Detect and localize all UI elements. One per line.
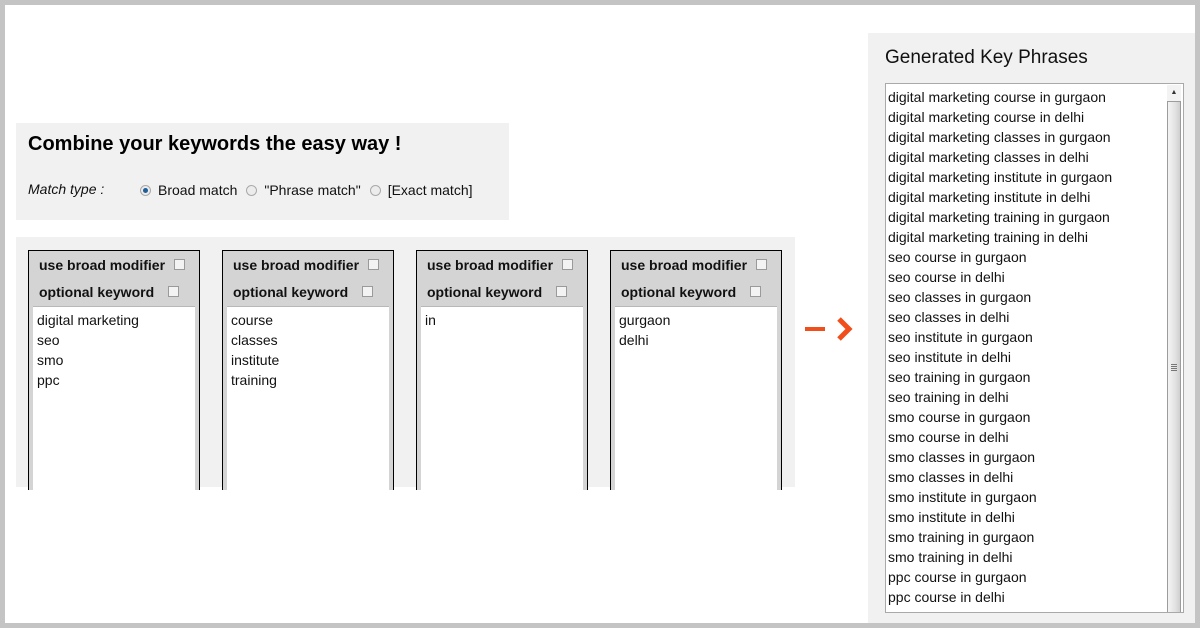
phrase-line: smo classes in delhi xyxy=(888,469,1014,485)
phrase-line: smo course in gurgaon xyxy=(888,409,1031,425)
optional-keyword-row: optional keyword xyxy=(417,278,587,305)
phrase-line: ppc course in delhi xyxy=(888,589,1005,605)
phrase-line: digital marketing institute in delhi xyxy=(888,189,1091,205)
scroll-up-arrow-icon[interactable]: ▲ xyxy=(1167,85,1181,100)
radio-label: "Phrase match" xyxy=(264,182,361,198)
keyword-line: seo xyxy=(37,332,60,348)
optional-keyword-row: optional keyword xyxy=(611,278,781,305)
phrase-line: ppc course in gurgaon xyxy=(888,569,1027,585)
phrase-line: seo institute in delhi xyxy=(888,349,1011,365)
broad-modifier-checkbox[interactable] xyxy=(368,259,380,270)
broad-modifier-label: use broad modifier xyxy=(233,256,360,273)
phrase-line: seo institute in gurgaon xyxy=(888,329,1033,345)
broad-modifier-row: use broad modifier xyxy=(29,251,199,278)
keyword-textarea[interactable]: gurgaon delhi xyxy=(615,306,777,490)
phrase-line: seo training in delhi xyxy=(888,389,1009,405)
keyword-columns-panel: use broad modifier optional keyword digi… xyxy=(16,237,795,490)
optional-keyword-label: optional keyword xyxy=(621,283,737,300)
phrase-line: seo training in gurgaon xyxy=(888,369,1031,385)
optional-keyword-checkbox[interactable] xyxy=(750,286,762,297)
optional-keyword-label: optional keyword xyxy=(233,283,349,300)
optional-keyword-checkbox[interactable] xyxy=(362,286,374,297)
broad-modifier-label: use broad modifier xyxy=(39,256,166,273)
phrase-line: seo classes in gurgaon xyxy=(888,289,1032,305)
phrase-line: digital marketing training in gurgaon xyxy=(888,209,1110,225)
scrollbar-grip-icon xyxy=(1171,364,1177,372)
keyword-line: institute xyxy=(231,352,280,368)
keyword-line: classes xyxy=(231,332,278,348)
broad-modifier-checkbox[interactable] xyxy=(562,259,574,270)
match-type-label: Match type : xyxy=(28,181,105,197)
phrase-list: digital marketing course in gurgaon digit… xyxy=(888,87,1112,607)
phrase-line: digital marketing institute in gurgaon xyxy=(888,169,1113,185)
broad-modifier-label: use broad modifier xyxy=(621,256,748,273)
arrow-right-icon xyxy=(805,317,853,341)
phrase-line: digital marketing classes in gurgaon xyxy=(888,129,1111,145)
vertical-scrollbar[interactable]: ▲ xyxy=(1167,85,1181,612)
keyword-column-4: use broad modifier optional keyword gurg… xyxy=(610,250,782,490)
optional-keyword-label: optional keyword xyxy=(427,283,543,300)
page-title: Combine your keywords the easy way ! xyxy=(28,133,402,155)
output-panel: Generated Key Phrases digital marketing … xyxy=(868,33,1195,623)
optional-keyword-label: optional keyword xyxy=(39,283,155,300)
radio-button-icon[interactable] xyxy=(246,184,258,196)
broad-modifier-label: use broad modifier xyxy=(427,256,554,273)
phrase-line: smo training in gurgaon xyxy=(888,529,1035,545)
phrase-line: smo classes in gurgaon xyxy=(888,449,1036,465)
optional-keyword-row: optional keyword xyxy=(29,278,199,305)
keyword-column-3: use broad modifier optional keyword in xyxy=(416,250,588,490)
arrow-head xyxy=(837,317,853,341)
keyword-textarea[interactable]: in xyxy=(421,306,583,490)
phrase-line: smo course in delhi xyxy=(888,429,1009,445)
keyword-line: course xyxy=(231,312,274,328)
keyword-line: digital marketing xyxy=(37,312,139,328)
keyword-textarea[interactable]: course classes institute training xyxy=(227,306,389,490)
phrase-line: digital marketing classes in delhi xyxy=(888,149,1089,165)
keyword-line: ppc xyxy=(37,372,60,388)
match-type-radio-group: Broad match "Phrase match" [Exact match] xyxy=(140,182,482,198)
phrase-line: seo course in gurgaon xyxy=(888,249,1027,265)
radio-button-icon[interactable] xyxy=(369,184,381,196)
broad-modifier-row: use broad modifier xyxy=(417,251,587,278)
generated-phrases-textarea[interactable]: digital marketing course in gurgaon digit… xyxy=(885,83,1184,613)
radio-phrase-match[interactable]: "Phrase match" xyxy=(246,182,361,198)
phrase-line: seo classes in delhi xyxy=(888,309,1010,325)
keyword-line: delhi xyxy=(619,332,649,348)
arrow-shaft xyxy=(805,327,825,331)
output-title: Generated Key Phrases xyxy=(885,47,1088,68)
broad-modifier-checkbox[interactable] xyxy=(174,259,186,270)
phrase-line: smo training in delhi xyxy=(888,549,1013,565)
phrase-line: smo institute in gurgaon xyxy=(888,489,1037,505)
optional-keyword-row: optional keyword xyxy=(223,278,393,305)
keyword-line: training xyxy=(231,372,277,388)
phrase-line: digital marketing training in delhi xyxy=(888,229,1088,245)
keyword-column-2: use broad modifier optional keyword cour… xyxy=(222,250,394,490)
broad-modifier-checkbox[interactable] xyxy=(756,259,768,270)
phrase-line: seo course in delhi xyxy=(888,269,1005,285)
keyword-line: gurgaon xyxy=(619,312,671,328)
radio-label: [Exact match] xyxy=(387,182,473,198)
keyword-column-1: use broad modifier optional keyword digi… xyxy=(28,250,200,490)
page-canvas: Combine your keywords the easy way ! Mat… xyxy=(5,5,1195,623)
optional-keyword-checkbox[interactable] xyxy=(168,286,180,297)
radio-button-icon[interactable] xyxy=(140,184,151,196)
phrase-line: smo institute in delhi xyxy=(888,509,1015,525)
phrase-line: digital marketing course in gurgaon xyxy=(888,89,1106,105)
scrollbar-thumb[interactable] xyxy=(1167,101,1181,612)
keyword-line: smo xyxy=(37,352,64,368)
radio-label: Broad match xyxy=(158,182,238,198)
radio-broad-match[interactable]: Broad match xyxy=(140,182,237,198)
keyword-line: in xyxy=(425,312,436,328)
keyword-textarea[interactable]: digital marketing seo smo ppc xyxy=(33,306,195,490)
radio-exact-match[interactable]: [Exact match] xyxy=(369,182,473,198)
broad-modifier-row: use broad modifier xyxy=(611,251,781,278)
header-panel: Combine your keywords the easy way ! Mat… xyxy=(16,123,509,220)
optional-keyword-checkbox[interactable] xyxy=(556,286,568,297)
phrase-line: digital marketing course in delhi xyxy=(888,109,1085,125)
broad-modifier-row: use broad modifier xyxy=(223,251,393,278)
